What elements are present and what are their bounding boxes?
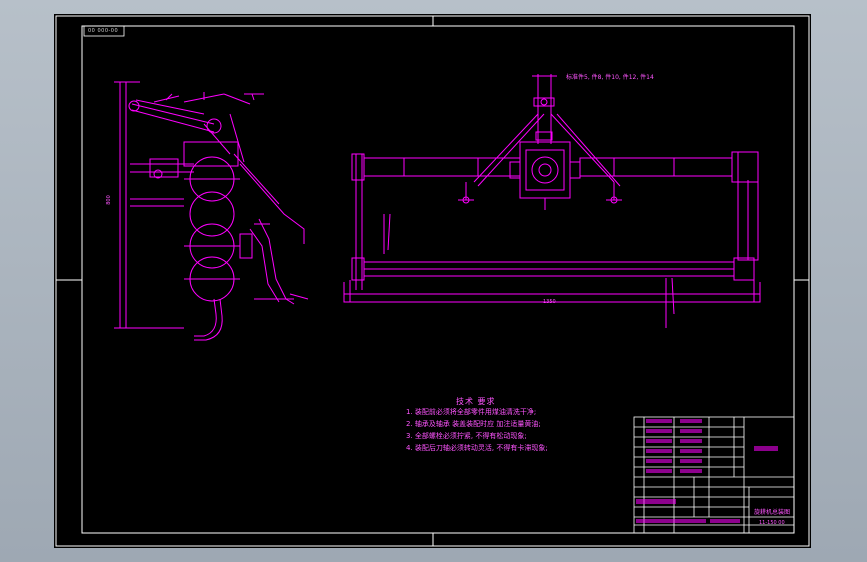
requirement-item: 1. 装配前必须将全部零件用煤油清洗干净; [406,408,537,416]
cad-viewport[interactable]: 00 000-00 标准件5, 件8, 件10, 件12, 件14 1350 8… [0,0,867,562]
drawing-title: 旋耕机总装图 [754,509,791,516]
drawing-number: 11-150 00 [759,520,785,526]
side-view [114,81,309,341]
drawing-canvas [55,15,810,547]
overall-width-dimension: 1350 [543,299,556,305]
drawing-sheet: 00 000-00 标准件5, 件8, 件10, 件12, 件14 1350 8… [54,14,811,548]
outer-frame [55,15,810,547]
standard-parts-note: 标准件5, 件8, 件10, 件12, 件14 [566,74,654,81]
requirement-item: 4. 装配后刀轴必须转动灵活, 不得有卡滞现象; [406,444,548,452]
requirement-item: 3. 全部螺栓必须拧紧, 不得有松动现象; [406,432,527,440]
technical-requirements-title: 技术 要求 [456,397,496,406]
centering-marks [56,16,809,546]
front-view [343,74,761,328]
requirement-item: 2. 轴承及轴承 装盖装配时应 加注适量黄油; [406,420,541,428]
drawing-code-label: 00 000-00 [88,28,119,34]
height-dimension: 800 [105,195,112,205]
